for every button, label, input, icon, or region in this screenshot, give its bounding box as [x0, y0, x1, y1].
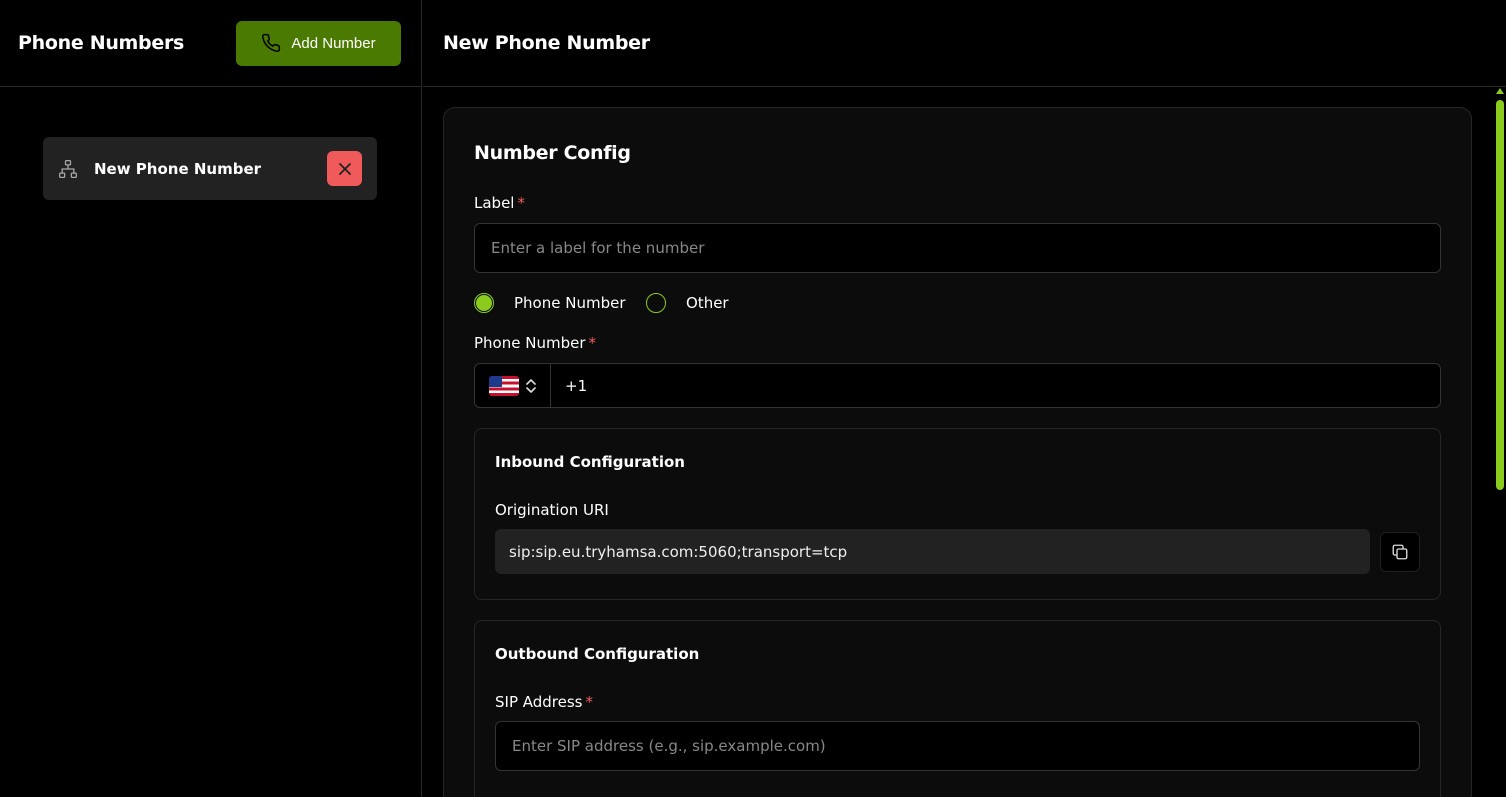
sip-address-input[interactable]: Enter SIP address (e.g., sip.example.com… — [495, 721, 1420, 771]
scroll-up-arrow-icon[interactable] — [1496, 88, 1504, 94]
number-config-card: Number Config Label * Enter a label for t… — [443, 107, 1472, 797]
inbound-config-title: Inbound Configuration — [495, 453, 685, 471]
outbound-config-card: Outbound Configuration SIP Address * Ente… — [474, 620, 1441, 797]
sip-address-text: SIP Address — [495, 693, 583, 711]
phone-field-text: Phone Number — [474, 334, 586, 352]
close-icon — [338, 162, 351, 175]
sidebar-title: Phone Numbers — [18, 32, 185, 54]
radio-phone-number[interactable]: Phone Number — [474, 293, 626, 313]
add-number-label: Add Number — [291, 34, 376, 52]
origination-uri-text: sip:sip.eu.tryhamsa.com:5060;transport=t… — [509, 542, 848, 561]
label-input[interactable]: Enter a label for the number — [474, 223, 1441, 273]
main-panel: New Phone Number Number Config Label * En… — [423, 0, 1506, 797]
number-config-title: Number Config — [474, 142, 631, 164]
phone-field-label: Phone Number * — [474, 334, 596, 352]
origination-uri-value: sip:sip.eu.tryhamsa.com:5060;transport=t… — [495, 529, 1370, 574]
phone-icon — [262, 33, 281, 52]
required-mark: * — [588, 334, 597, 352]
sip-address-placeholder: Enter SIP address (e.g., sip.example.com… — [512, 737, 826, 755]
sidebar-item-new-phone-number[interactable]: New Phone Number — [43, 137, 377, 200]
copy-uri-button[interactable] — [1380, 532, 1420, 572]
phone-number-input-group: +1 — [474, 363, 1441, 408]
scrollbar-thumb[interactable] — [1496, 100, 1504, 490]
add-number-button[interactable]: Add Number — [236, 20, 401, 66]
phone-number-input[interactable]: +1 — [551, 377, 587, 395]
radio-phone-number-label: Phone Number — [514, 294, 626, 312]
copy-icon — [1392, 544, 1408, 560]
label-field-label: Label * — [474, 194, 525, 212]
us-flag-icon — [488, 375, 519, 396]
outbound-config-title: Outbound Configuration — [495, 645, 700, 663]
label-field-text: Label — [474, 194, 515, 212]
radio-other[interactable]: Other — [646, 293, 729, 313]
origination-uri-label: Origination URI — [495, 501, 609, 519]
scrollbar[interactable] — [1496, 88, 1504, 797]
sidebar-header: Phone Numbers Add Number — [0, 0, 421, 87]
label-input-placeholder: Enter a label for the number — [491, 239, 705, 257]
sidebar: Phone Numbers Add Number New Phone Numbe… — [0, 0, 422, 797]
main-header: New Phone Number — [423, 0, 1506, 87]
required-mark: * — [585, 693, 594, 711]
page-title: New Phone Number — [443, 32, 650, 54]
country-select[interactable] — [475, 364, 551, 407]
app-root: Phone Numbers Add Number New Phone Numbe… — [0, 0, 1506, 797]
sip-address-label: SIP Address * — [495, 693, 593, 711]
chevron-up-down-icon — [525, 378, 536, 393]
delete-number-button[interactable] — [327, 151, 362, 186]
sitemap-icon — [59, 159, 77, 178]
sidebar-item-label: New Phone Number — [94, 159, 262, 178]
radio-circle-unselected[interactable] — [646, 293, 666, 313]
inbound-config-card: Inbound Configuration Origination URI si… — [474, 428, 1441, 600]
radio-circle-selected[interactable] — [474, 293, 494, 313]
required-mark: * — [517, 194, 525, 212]
radio-other-label: Other — [686, 294, 729, 312]
